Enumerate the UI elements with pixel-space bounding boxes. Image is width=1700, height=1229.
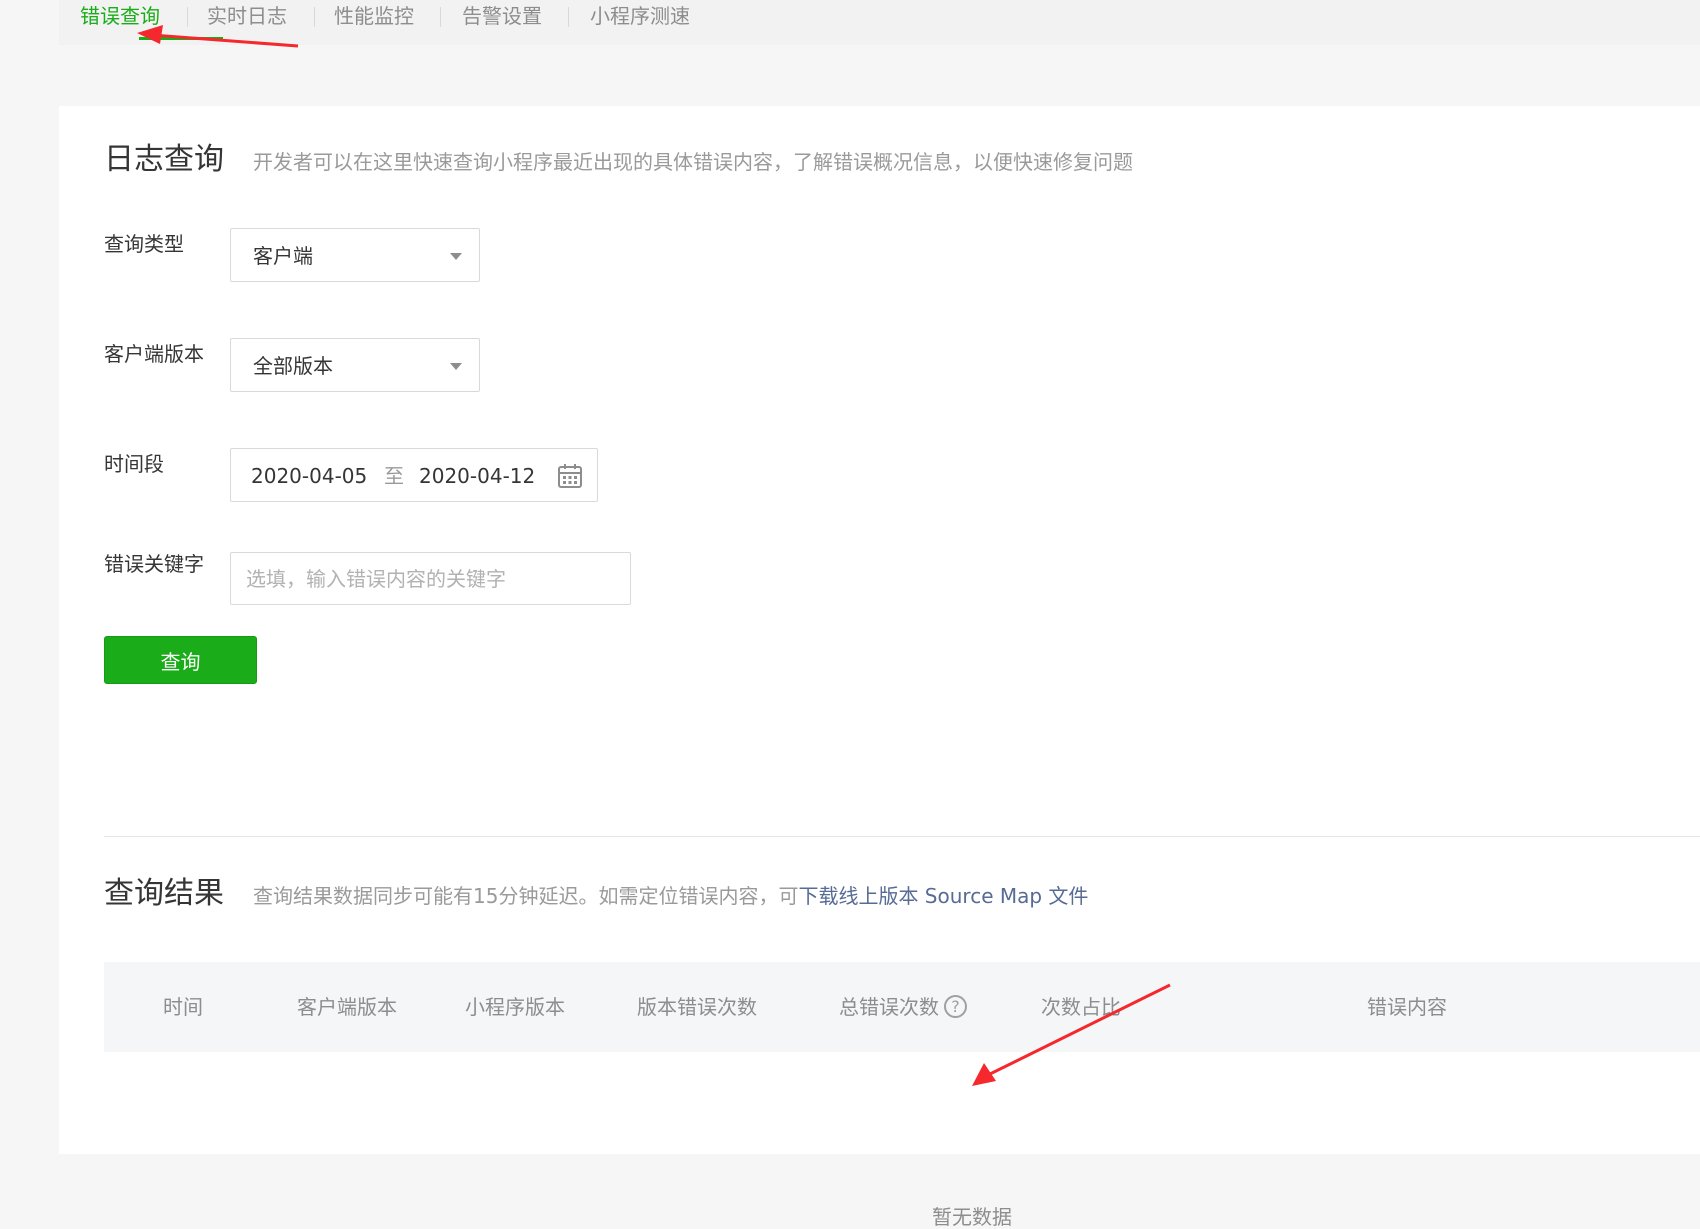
date-separator: 至 [384,464,404,488]
results-title: 查询结果 [104,876,224,911]
caret-down-icon [450,363,462,370]
download-sourcemap-link[interactable]: 下载线上版本 Source Map 文件 [798,884,1088,908]
column-header-version-error-count: 版本错误次数 [637,995,757,1019]
tab-error-query[interactable]: 错误查询 [80,4,160,28]
client-version-label: 客户端版本 [104,342,204,366]
query-button[interactable]: 查询 [104,636,257,684]
log-query-card: 日志查询 开发者可以在这里快速查询小程序最近出现的具体错误内容，了解错误概况信息… [59,106,1700,1229]
tab-bar: 错误查询 实时日志 性能监控 告警设置 小程序测速 [59,0,1700,45]
tab-separator [568,7,569,27]
date-range-picker[interactable]: 2020-04-05 至 2020-04-12 [230,448,598,502]
empty-state-text: 暂无数据 [932,1205,1012,1229]
client-version-select[interactable]: 全部版本 [230,338,480,392]
active-tab-indicator [139,37,223,40]
section-divider [104,836,1700,837]
tab-separator [440,7,441,27]
tab-performance[interactable]: 性能监控 [334,4,414,28]
results-note: 查询结果数据同步可能有15分钟延迟。如需定位错误内容，可 [253,884,799,908]
column-header-client-version: 客户端版本 [297,995,397,1019]
time-range-label: 时间段 [104,452,164,476]
results-table-header: 时间 客户端版本 小程序版本 版本错误次数 总错误次数 ? 次数占比 错误内容 [104,962,1700,1052]
calendar-icon[interactable] [557,463,583,489]
column-header-time: 时间 [163,995,203,1019]
log-query-title: 日志查询 [104,142,224,177]
tab-alert-settings[interactable]: 告警设置 [462,4,542,28]
query-type-value: 客户端 [253,244,313,268]
keyword-label: 错误关键字 [104,552,204,576]
results-description: 查询结果数据同步可能有15分钟延迟。如需定位错误内容，可下载线上版本 Sourc… [253,884,1088,908]
tab-speed-test[interactable]: 小程序测速 [590,4,690,28]
query-type-select[interactable]: 客户端 [230,228,480,282]
keyword-input[interactable] [230,552,631,605]
caret-down-icon [450,253,462,260]
log-query-description: 开发者可以在这里快速查询小程序最近出现的具体错误内容，了解错误概况信息，以便快速… [253,150,1133,174]
client-version-value: 全部版本 [253,354,333,378]
tab-realtime-log[interactable]: 实时日志 [207,4,287,28]
tab-separator [187,7,188,27]
column-header-error-content: 错误内容 [1367,995,1447,1019]
column-header-ratio: 次数占比 [1041,995,1121,1019]
question-circle-icon[interactable]: ? [944,995,967,1018]
column-header-miniprogram-version: 小程序版本 [465,995,565,1019]
start-date[interactable]: 2020-04-05 [251,464,367,488]
end-date[interactable]: 2020-04-12 [419,464,535,488]
query-type-label: 查询类型 [104,232,184,256]
tab-separator [314,7,315,27]
column-header-total-error-count: 总错误次数 [839,995,939,1019]
